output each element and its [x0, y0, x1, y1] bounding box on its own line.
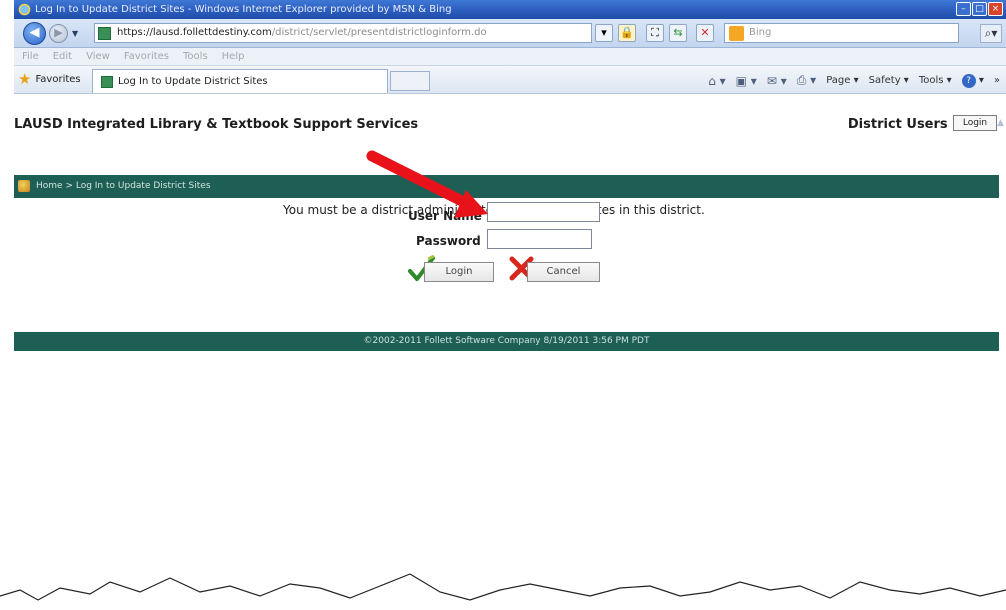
- username-input[interactable]: [487, 202, 600, 222]
- ie-icon: [18, 3, 31, 16]
- help-icon: ?: [961, 73, 976, 88]
- menu-tools[interactable]: Tools: [183, 51, 208, 62]
- address-toolbar: ◀ ▶ ▼ https://lausd.follettdestiny.com/d…: [14, 19, 1006, 48]
- overflow-chevron-icon[interactable]: »: [994, 75, 1000, 86]
- menu-bar: File Edit View Favorites Tools Help: [14, 48, 1006, 66]
- address-dropdown-icon[interactable]: ▾: [595, 24, 613, 42]
- tools-menu[interactable]: Tools ▾: [919, 75, 952, 86]
- tab-favicon-icon: [101, 75, 113, 88]
- window-title: Log In to Update District Sites - Window…: [35, 4, 452, 15]
- torn-edge-decoration: [0, 573, 1006, 610]
- search-placeholder: Bing: [749, 27, 772, 38]
- command-bar: ⌂ ▾ ▣ ▾ ✉ ▾ ⎙ ▾ Page ▾ Safety ▾ Tools ▾ …: [708, 73, 1000, 88]
- mail-icon[interactable]: ✉ ▾: [767, 74, 787, 88]
- bing-icon: [729, 26, 744, 41]
- favorites-label: Favorites: [35, 73, 81, 85]
- safety-menu[interactable]: Safety ▾: [869, 75, 909, 86]
- compatibility-view-icon[interactable]: ⛶: [646, 24, 664, 42]
- menu-view[interactable]: View: [86, 51, 110, 62]
- tab-title: Log In to Update District Sites: [118, 76, 268, 87]
- breadcrumb-home-icon[interactable]: [18, 180, 30, 192]
- help-menu[interactable]: ? ▾: [961, 73, 984, 88]
- url-path: /district/servlet/presentdistrictloginfo…: [271, 27, 487, 38]
- search-input[interactable]: Bing: [724, 23, 959, 43]
- home-icon[interactable]: ⌂ ▾: [708, 74, 725, 88]
- new-tab-button[interactable]: [390, 71, 430, 91]
- history-dropdown-icon[interactable]: ▼: [72, 29, 78, 38]
- minimize-button[interactable]: –: [956, 2, 971, 16]
- maximize-button[interactable]: □: [972, 2, 987, 16]
- page-header: LAUSD Integrated Library & Textbook Supp…: [14, 114, 999, 132]
- back-button[interactable]: ◀: [23, 22, 46, 45]
- header-login-button[interactable]: Login: [953, 115, 997, 131]
- password-label: Password: [416, 234, 481, 248]
- search-button[interactable]: ⌕▾: [980, 24, 1002, 43]
- annotation-red-arrow: [366, 150, 488, 218]
- forward-button[interactable]: ▶: [49, 24, 68, 43]
- page-title: LAUSD Integrated Library & Textbook Supp…: [14, 117, 419, 132]
- page-footer: ©2002-2011 Follett Software Company 8/19…: [14, 332, 999, 351]
- menu-edit[interactable]: Edit: [53, 51, 72, 62]
- refresh-icon[interactable]: ⇆: [669, 24, 687, 42]
- lock-icon[interactable]: 🔒: [618, 24, 636, 42]
- breadcrumb-text[interactable]: Home > Log In to Update District Sites: [36, 181, 211, 191]
- favorites-star-icon: ★: [18, 70, 32, 88]
- url-host: https://lausd.follettdestiny.com: [117, 27, 272, 38]
- feeds-icon[interactable]: ▣ ▾: [736, 74, 757, 88]
- menu-help[interactable]: Help: [222, 51, 245, 62]
- window-titlebar: Log In to Update District Sites - Window…: [14, 0, 1006, 19]
- login-button[interactable]: Login: [424, 262, 494, 282]
- district-users-label: District Users ...: [847, 117, 967, 132]
- address-input[interactable]: https://lausd.follettdestiny.com/distric…: [94, 23, 592, 43]
- password-input[interactable]: [487, 229, 592, 249]
- page-menu[interactable]: Page ▾: [826, 75, 858, 86]
- close-window-button[interactable]: ×: [988, 2, 1003, 16]
- menu-file[interactable]: File: [22, 51, 39, 62]
- tab-current[interactable]: Log In to Update District Sites: [92, 69, 388, 93]
- stop-icon[interactable]: ✕: [696, 24, 714, 42]
- cancel-button[interactable]: Cancel: [527, 262, 600, 282]
- breadcrumb: Home > Log In to Update District Sites: [14, 175, 999, 198]
- print-icon[interactable]: ⎙ ▾: [797, 73, 816, 88]
- favorites-bar: ★ Favorites Log In to Update District Si…: [14, 66, 1006, 94]
- menu-favorites[interactable]: Favorites: [124, 51, 169, 62]
- site-favicon-icon: [98, 27, 111, 40]
- scroll-up-icon[interactable]: ▲: [997, 118, 1004, 128]
- favorites-button[interactable]: ★ Favorites: [18, 70, 81, 88]
